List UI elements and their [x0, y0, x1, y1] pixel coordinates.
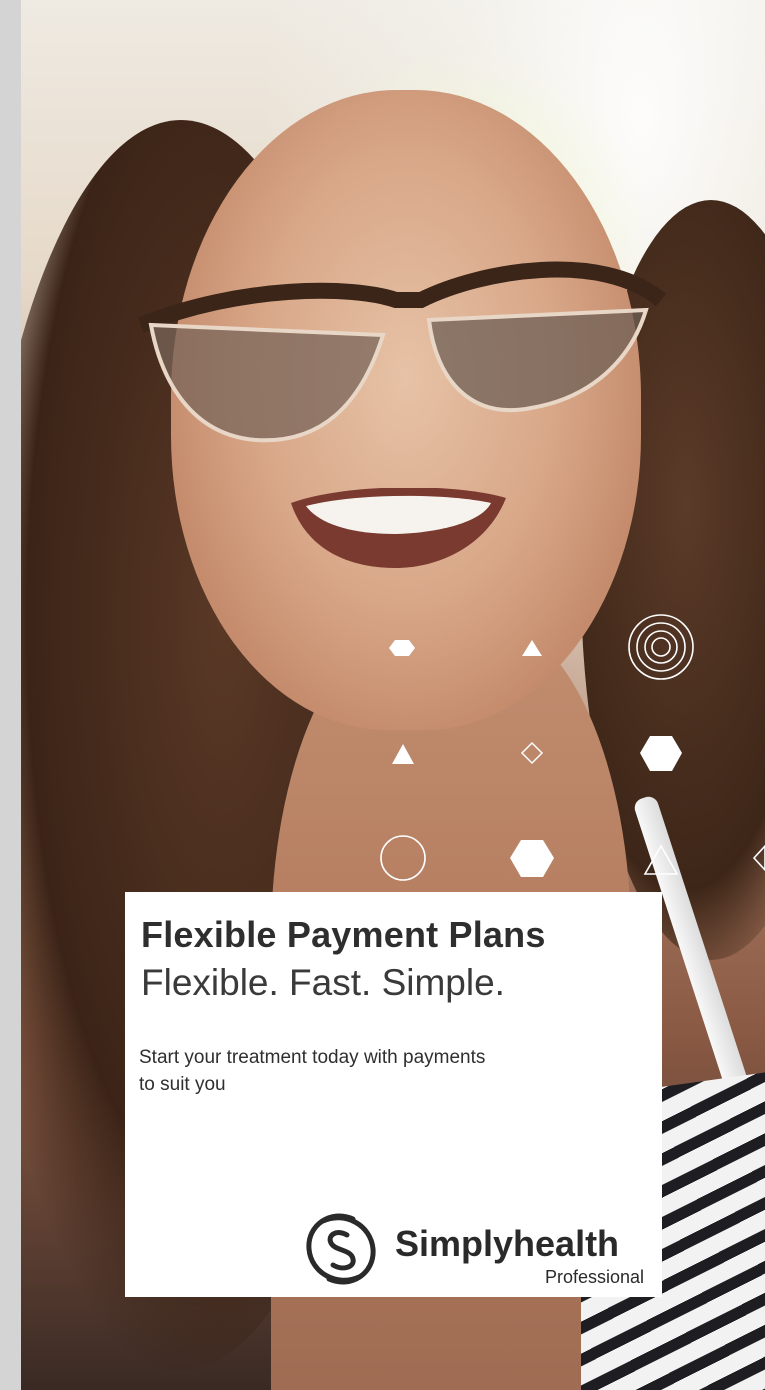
circle-outline-icon — [380, 835, 426, 881]
hexagon-icon — [510, 840, 554, 877]
triangle-icon — [522, 640, 542, 656]
simplyhealth-logo: Simplyhealth Professional — [303, 1209, 648, 1289]
diamond-icon — [520, 741, 544, 765]
promo-card: Flexible Payment Plans Flexible. Fast. S… — [125, 892, 662, 1297]
hexagon-icon — [640, 736, 682, 771]
triangle-outline-icon — [643, 844, 679, 875]
promo-title: Flexible Payment Plans — [141, 914, 546, 955]
triangle-icon — [392, 744, 414, 764]
promo-subtitle: Flexible. Fast. Simple. — [141, 962, 505, 1003]
brand-tagline: Professional — [544, 1267, 644, 1287]
brand-name: Simplyhealth — [395, 1223, 620, 1264]
diamond-icon — [752, 844, 765, 872]
promo-body-text: Start your treatment today with payments… — [139, 1047, 486, 1095]
simplyhealth-logo-icon — [306, 1213, 376, 1285]
concentric-circles-icon — [628, 614, 694, 680]
hexagon-icon — [389, 640, 415, 656]
